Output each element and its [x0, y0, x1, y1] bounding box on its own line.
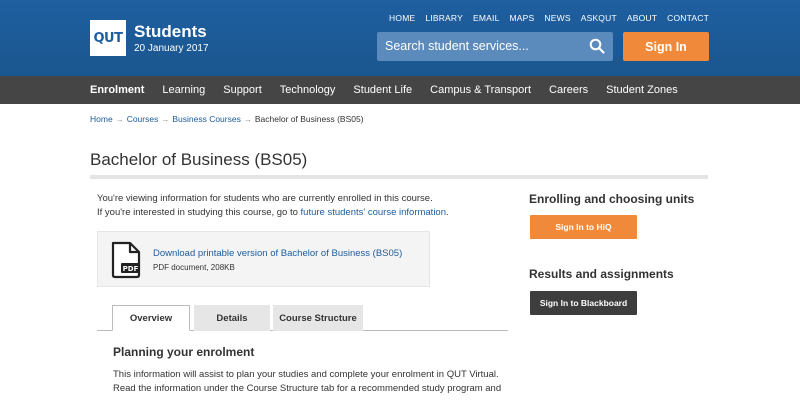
sign-in-hiq-button[interactable]: Sign In to HiQ [530, 215, 637, 239]
nav-item-careers[interactable]: Careers [549, 76, 588, 104]
page-title: Bachelor of Business (BS05) [90, 150, 308, 169]
logo-text: QUT [93, 30, 123, 46]
download-pdf-link[interactable]: Download printable version of Bachelor o… [153, 248, 402, 259]
intro-line-2-suffix: . [446, 207, 449, 218]
download-box: PDF Download printable version of Bachel… [97, 231, 430, 287]
top-link-maps[interactable]: MAPS [510, 13, 535, 23]
qut-logo[interactable]: QUT [90, 20, 126, 56]
top-link-email[interactable]: EMAIL [473, 13, 500, 23]
breadcrumb-business-courses[interactable]: Business Courses [172, 114, 241, 124]
sign-in-blackboard-button[interactable]: Sign In to Blackboard [530, 291, 637, 315]
course-tabs: Overview Details Course Structure [97, 305, 508, 331]
breadcrumb: Home → Courses → Business Courses → Bach… [90, 114, 364, 124]
top-link-contact[interactable]: CONTACT [667, 13, 709, 23]
breadcrumb-courses[interactable]: Courses [127, 114, 159, 124]
top-links: HOME LIBRARY EMAIL MAPS NEWS ASKQUT ABOU… [389, 13, 709, 23]
top-link-home[interactable]: HOME [389, 13, 415, 23]
top-link-askqut[interactable]: ASKQUT [581, 13, 617, 23]
site-date: 20 January 2017 [134, 43, 209, 54]
site-name[interactable]: Students [134, 22, 207, 42]
nav-item-technology[interactable]: Technology [280, 76, 336, 104]
nav-item-learning[interactable]: Learning [162, 76, 205, 104]
tab-overview[interactable]: Overview [112, 305, 190, 331]
breadcrumb-arrow-icon: → [161, 114, 170, 124]
nav-item-enrolment[interactable]: Enrolment [90, 76, 144, 104]
body-text: This information will assist to plan you… [113, 369, 502, 394]
tab-details[interactable]: Details [194, 305, 270, 331]
enrolling-heading: Enrolling and choosing units [529, 192, 695, 206]
breadcrumb-arrow-icon: → [115, 114, 124, 124]
nav-item-support[interactable]: Support [223, 76, 262, 104]
search-icon[interactable] [589, 38, 605, 54]
search-input[interactable]: Search student services... [377, 32, 613, 61]
section-heading: Planning your enrolment [113, 345, 255, 359]
future-students-link[interactable]: future students' course information [301, 207, 446, 218]
top-link-about[interactable]: ABOUT [627, 13, 657, 23]
sign-in-button[interactable]: Sign In [623, 32, 709, 61]
nav-item-student-life[interactable]: Student Life [353, 76, 412, 104]
nav-item-campus-transport[interactable]: Campus & Transport [430, 76, 531, 104]
intro-text: You're viewing information for students … [97, 192, 449, 220]
breadcrumb-current: Bachelor of Business (BS05) [254, 114, 364, 124]
top-link-library[interactable]: LIBRARY [425, 13, 463, 23]
tab-course-structure[interactable]: Course Structure [273, 305, 363, 331]
intro-line-2: If you're interested in studying this co… [97, 206, 449, 220]
results-heading: Results and assignments [529, 267, 674, 281]
breadcrumb-home[interactable]: Home [90, 114, 113, 124]
top-link-news[interactable]: NEWS [544, 13, 570, 23]
pdf-file-icon[interactable]: PDF [110, 241, 142, 279]
site-header: QUT Students 20 January 2017 HOME LIBRAR… [0, 0, 800, 76]
nav-item-student-zones[interactable]: Student Zones [606, 76, 678, 104]
pdf-icon-label: PDF [123, 265, 139, 273]
intro-line-1: You're viewing information for students … [97, 193, 433, 204]
intro-line-2-prefix: If you're interested in studying this co… [97, 207, 301, 218]
download-meta: PDF document, 208KB [153, 263, 235, 272]
breadcrumb-arrow-icon: → [243, 114, 252, 124]
search-placeholder: Search student services... [385, 39, 529, 53]
title-divider [90, 175, 708, 179]
main-nav: Enrolment Learning Support Technology St… [0, 76, 800, 104]
